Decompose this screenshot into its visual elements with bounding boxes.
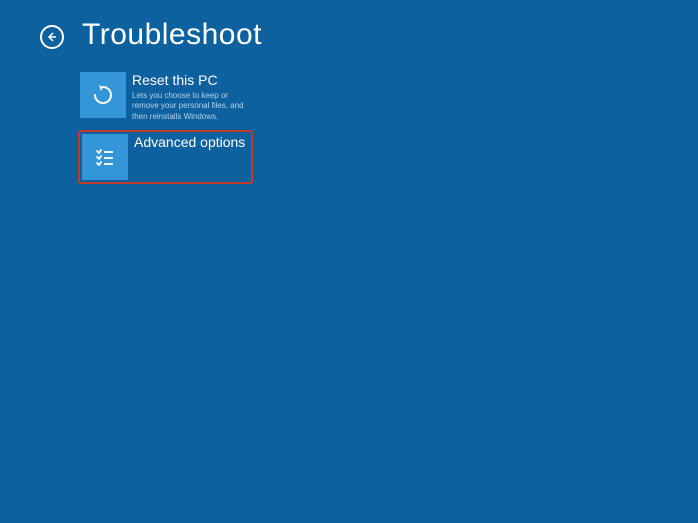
option-description: Lets you choose to keep or remove your p… <box>132 91 251 122</box>
back-button[interactable] <box>40 25 64 49</box>
option-advanced-options[interactable]: Advanced options <box>78 130 253 184</box>
option-title: Reset this PC <box>132 72 251 89</box>
option-reset-pc[interactable]: Reset this PC Lets you choose to keep or… <box>78 70 253 124</box>
option-title: Advanced options <box>134 134 245 151</box>
reset-icon <box>80 72 126 118</box>
option-text: Advanced options <box>134 134 245 153</box>
header: Troubleshoot <box>0 0 698 52</box>
list-icon <box>82 134 128 180</box>
back-arrow-icon <box>46 31 58 43</box>
option-text: Reset this PC Lets you choose to keep or… <box>132 72 251 122</box>
options-list: Reset this PC Lets you choose to keep or… <box>0 52 698 184</box>
page-title: Troubleshoot <box>82 18 262 52</box>
